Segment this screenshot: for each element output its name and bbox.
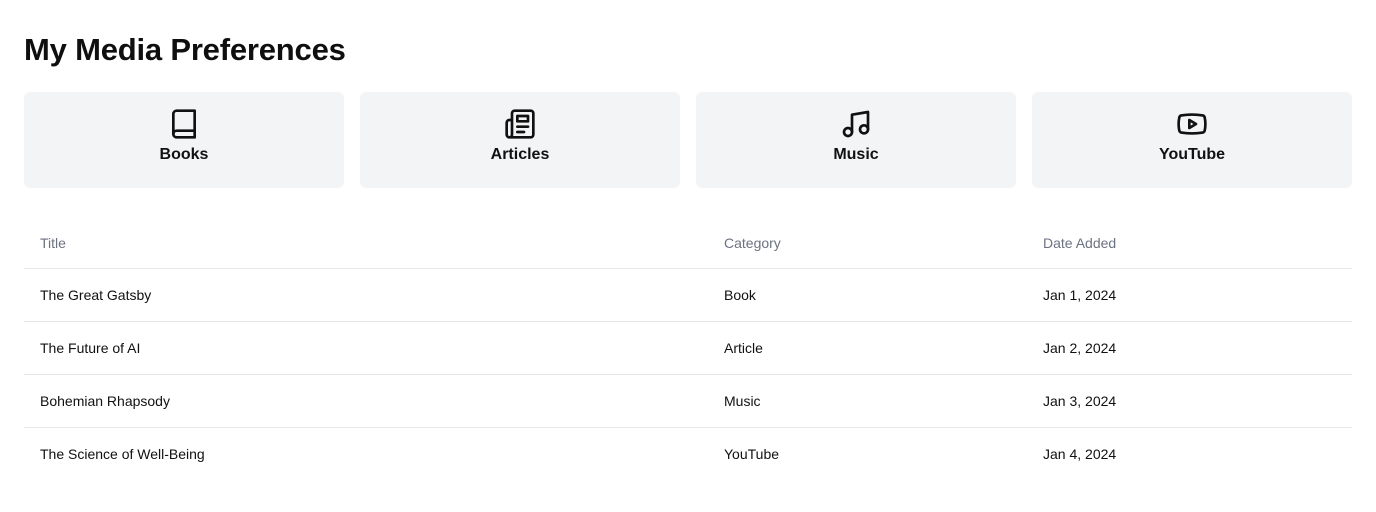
category-card-label: YouTube xyxy=(1158,146,1226,163)
column-header-title: Title xyxy=(24,218,708,269)
category-card-label: Music xyxy=(833,146,879,163)
music-note-icon xyxy=(840,108,872,140)
cell-title: The Future of AI xyxy=(24,321,708,375)
newspaper-icon xyxy=(504,108,536,140)
cell-category: Book xyxy=(708,268,1027,322)
cell-category: YouTube xyxy=(724,446,780,462)
cell-title: The Great Gatsby xyxy=(24,268,708,322)
book-icon xyxy=(168,108,200,140)
column-header-date-added: Date Added xyxy=(1027,218,1352,269)
cell-title: Bohemian Rhapsody xyxy=(24,374,708,428)
media-table: Title Category Date Added The Great Gats… xyxy=(24,218,1352,480)
page-title: My Media Preferences xyxy=(24,32,346,67)
cell-category: Music xyxy=(708,374,1027,428)
category-card-books[interactable]: Books xyxy=(24,92,344,188)
category-card-label: Books xyxy=(159,146,209,163)
cell-category: Article xyxy=(708,321,1027,375)
cell-date-added: Jan 4, 2024 xyxy=(1043,446,1117,462)
cell-date-added: Jan 3, 2024 xyxy=(1027,374,1352,428)
table-row: Bohemian Rhapsody Music Jan 3, 2024 xyxy=(24,374,1352,428)
cell-title: The Science of Well-Being xyxy=(40,446,205,462)
category-card-music[interactable]: Music xyxy=(696,92,1016,188)
column-header-category: Category xyxy=(708,218,1027,269)
youtube-icon xyxy=(1176,108,1208,140)
category-card-label: Articles xyxy=(490,146,550,163)
category-cards: Books Articles Music YouTube xyxy=(24,92,1352,188)
category-card-youtube[interactable]: YouTube xyxy=(1032,92,1352,188)
media-preferences-page: My Media Preferences Books Articles Musi… xyxy=(0,0,1376,512)
category-card-articles[interactable]: Articles xyxy=(360,92,680,188)
cell-date-added: Jan 1, 2024 xyxy=(1027,268,1352,322)
table-row: The Great Gatsby Book Jan 1, 2024 xyxy=(24,268,1352,322)
table-header-row: Title Category Date Added xyxy=(24,218,1352,269)
cell-date-added: Jan 2, 2024 xyxy=(1027,321,1352,375)
table-row: The Future of AI Article Jan 2, 2024 xyxy=(24,321,1352,375)
table-row: The Science of Well-Being YouTube Jan 4,… xyxy=(24,428,1352,481)
